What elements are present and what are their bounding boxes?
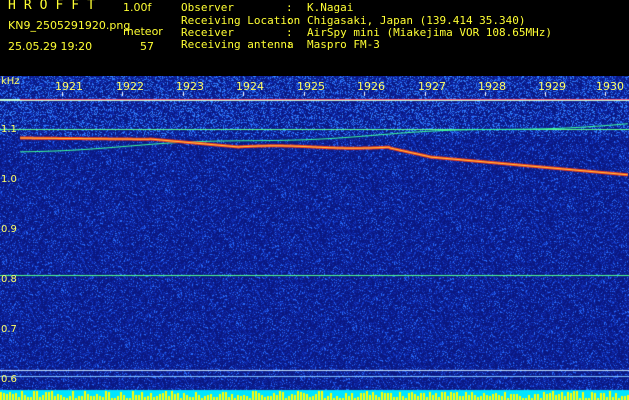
time-tick-label: 1925 bbox=[297, 80, 325, 93]
time-tick-label: 1927 bbox=[418, 80, 446, 93]
app-title: HROFFT bbox=[8, 0, 103, 13]
freq-unit-label: kHz bbox=[1, 76, 20, 87]
freq-tick-label: 1.0 bbox=[1, 174, 17, 185]
freq-tick-label: 0.9 bbox=[1, 224, 17, 235]
freq-tick-label: 0.6 bbox=[1, 374, 17, 385]
time-tick-label: 1922 bbox=[116, 80, 144, 93]
meteor-count: 57 bbox=[140, 40, 154, 53]
freq-tick-label: 0.7 bbox=[1, 324, 17, 335]
observer-label: Observer bbox=[181, 1, 234, 14]
spectrogram-canvas bbox=[0, 76, 629, 400]
time-tick-label: 1924 bbox=[236, 80, 264, 93]
filename-label: KN9_2505291920.png bbox=[8, 19, 131, 32]
time-tick-label: 1921 bbox=[55, 80, 83, 93]
time-tick-label: 1929 bbox=[538, 80, 566, 93]
time-tick-label: 1923 bbox=[176, 80, 204, 93]
antenna-label: Receiving antenna bbox=[181, 38, 294, 51]
antenna-colon: : bbox=[286, 38, 293, 51]
datetime-label: 25.05.29 19:20 bbox=[8, 40, 93, 53]
time-tick-label: 1928 bbox=[478, 80, 506, 93]
antenna-value: Maspro FM-3 bbox=[307, 38, 380, 51]
time-tick-label: 1926 bbox=[357, 80, 385, 93]
observer-value: K.Nagai bbox=[307, 1, 354, 14]
header-panel: HROFFT 1.00f KN9_2505291920.png meteor 2… bbox=[0, 0, 629, 76]
freq-tick-label: 0.8 bbox=[1, 274, 17, 285]
meteor-label: meteor bbox=[123, 25, 163, 38]
freq-tick-label: 1.1 bbox=[1, 124, 17, 135]
time-tick-label: 1930 bbox=[596, 80, 624, 93]
observer-colon: : bbox=[286, 1, 293, 14]
version-label: 1.00f bbox=[123, 1, 152, 14]
